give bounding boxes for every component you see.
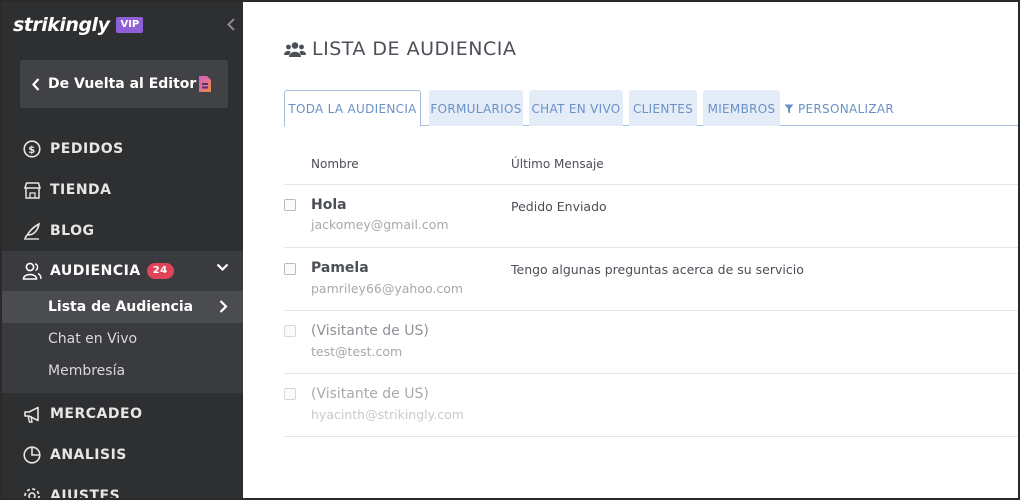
gear-icon	[22, 486, 42, 498]
row-divider	[284, 247, 1018, 248]
vip-badge: VIP	[116, 17, 144, 33]
contact-name[interactable]: (Visitante de US)	[311, 386, 429, 402]
sidebar-item-label: PEDIDOS	[50, 141, 124, 157]
sidebar-item-label: TIENDA	[50, 182, 112, 198]
last-message: Tengo algunas preguntas acerca de su ser…	[511, 262, 804, 277]
filter-icon	[784, 104, 794, 114]
tab-clientes[interactable]: CLIENTES	[629, 90, 697, 126]
page-title-text: LISTA DE AUDIENCIA	[312, 38, 517, 60]
sidebar-subitem-chat-en-vivo[interactable]: Chat en Vivo	[2, 323, 243, 355]
sidebar-item-analisis[interactable]: ANALISIS	[2, 435, 243, 475]
megaphone-icon	[22, 404, 42, 424]
sidebar-item-ajustes[interactable]: AJUSTES	[2, 476, 243, 500]
sidebar-item-blog[interactable]: BLOG	[2, 211, 243, 251]
contact-email: hyacinth@strikingly.com	[311, 407, 464, 422]
store-icon	[22, 180, 42, 200]
main-content: LISTA DE AUDIENCIA TODA LA AUDIENCIA FOR…	[243, 2, 1018, 498]
tab-label: PERSONALIZAR	[798, 101, 894, 116]
quill-icon	[22, 221, 42, 241]
users-icon	[284, 41, 306, 58]
tab-label: CLIENTES	[632, 101, 694, 116]
tab-miembros[interactable]: MIEMBROS	[703, 90, 780, 126]
chevron-left-icon	[32, 77, 40, 91]
pie-chart-icon	[22, 445, 42, 465]
sidebar: strikingly VIP De Vuelta al Editor $ PED…	[2, 2, 243, 500]
sidebar-item-label: AJUSTES	[50, 488, 121, 500]
tab-personalizar[interactable]: PERSONALIZAR	[784, 90, 894, 126]
back-to-editor-button[interactable]: De Vuelta al Editor	[20, 60, 228, 108]
tab-toda-la-audiencia[interactable]: TODA LA AUDIENCIA	[284, 90, 421, 127]
contact-name[interactable]: Pamela	[311, 260, 369, 276]
column-header-nombre[interactable]: Nombre	[311, 157, 359, 171]
users-icon	[22, 261, 42, 281]
brand-logo: strikingly	[13, 14, 110, 36]
sidebar-item-pedidos[interactable]: $ PEDIDOS	[2, 129, 243, 169]
last-message: Pedido Enviado	[511, 199, 607, 214]
row-divider	[284, 373, 1018, 374]
tab-label: TODA LA AUDIENCIA	[288, 101, 417, 116]
sidebar-item-label: ANALISIS	[50, 447, 127, 463]
tab-label: MIEMBROS	[707, 101, 776, 116]
contact-email: pamriley66@yahoo.com	[311, 281, 464, 296]
row-divider	[284, 310, 1018, 311]
sidebar-item-audiencia[interactable]: AUDIENCIA 24	[2, 251, 243, 291]
column-header-ultimo-mensaje[interactable]: Último Mensaje	[511, 157, 604, 171]
sidebar-subitem-label: Chat en Vivo	[48, 331, 138, 347]
tab-chat-en-vivo[interactable]: CHAT EN VIVO	[529, 90, 623, 126]
app-window: strikingly VIP De Vuelta al Editor $ PED…	[0, 0, 1020, 500]
contact-email: test@test.com	[311, 344, 403, 359]
row-checkbox[interactable]	[284, 388, 296, 400]
sidebar-subitem-label: Membresía	[48, 363, 126, 379]
row-divider	[284, 436, 1018, 437]
chevron-left-icon	[227, 17, 235, 31]
sidebar-item-tienda[interactable]: TIENDA	[2, 170, 243, 210]
contact-name[interactable]: Hola	[311, 197, 347, 213]
sidebar-item-label: AUDIENCIA	[50, 263, 141, 279]
sidebar-item-label: BLOG	[50, 223, 95, 239]
svg-text:$: $	[28, 145, 35, 156]
row-checkbox[interactable]	[284, 325, 296, 337]
sidebar-subitem-label: Lista de Audiencia	[48, 299, 194, 315]
contact-email: jackomey@gmail.com	[311, 217, 449, 232]
site-page-icon	[198, 76, 212, 92]
row-checkbox[interactable]	[284, 199, 296, 211]
page-title: LISTA DE AUDIENCIA	[284, 36, 516, 62]
audience-tabs: TODA LA AUDIENCIA FORMULARIOS CHAT EN VI…	[284, 90, 1018, 127]
audience-count-badge: 24	[146, 263, 174, 279]
dollar-circle-icon: $	[22, 139, 42, 159]
tab-label: CHAT EN VIVO	[531, 101, 621, 116]
contact-name[interactable]: (Visitante de US)	[311, 323, 429, 339]
sidebar-subitem-lista-de-audiencia[interactable]: Lista de Audiencia	[2, 291, 243, 323]
chevron-right-icon	[219, 300, 228, 313]
sidebar-item-mercadeo[interactable]: MERCADEO	[2, 394, 243, 434]
sidebar-subitem-membresia[interactable]: Membresía	[2, 355, 243, 387]
row-checkbox[interactable]	[284, 263, 296, 275]
collapse-sidebar-button[interactable]	[224, 15, 238, 33]
chevron-down-icon	[216, 263, 229, 272]
tab-label: FORMULARIOS	[430, 101, 522, 116]
brand[interactable]: strikingly VIP	[13, 10, 144, 40]
row-divider	[284, 184, 1018, 185]
tab-formularios[interactable]: FORMULARIOS	[429, 90, 523, 126]
sidebar-item-label: MERCADEO	[50, 406, 143, 422]
back-to-editor-label: De Vuelta al Editor	[48, 76, 197, 92]
